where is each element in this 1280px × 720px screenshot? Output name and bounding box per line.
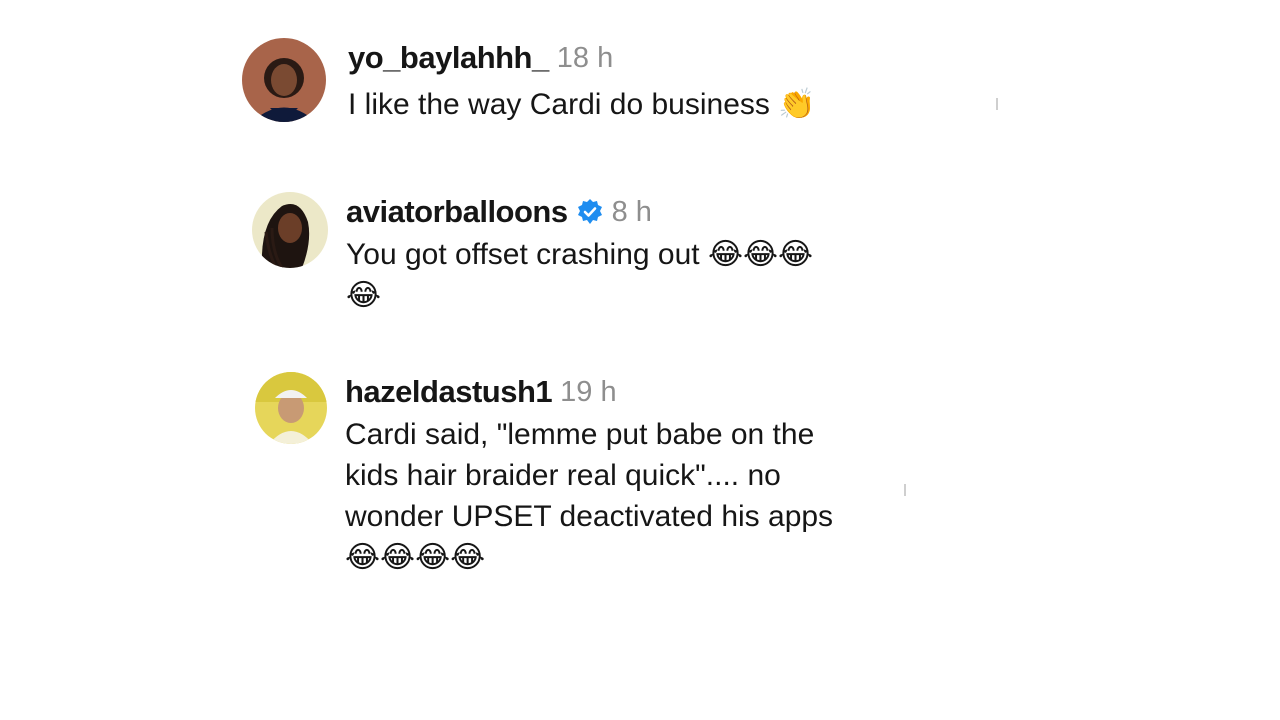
comment-item: hazeldastush1 19 h Cardi said, "lemme pu… bbox=[255, 372, 833, 578]
comments-list: yo_baylahhh_ 18 h I like the way Cardi d… bbox=[0, 0, 1280, 720]
comment-text-line: wonder UPSET deactivated his apps bbox=[345, 500, 834, 533]
comment-username[interactable]: hazeldastush1 bbox=[345, 374, 553, 410]
comment-text: I like the way Cardi do business 👏 bbox=[348, 84, 816, 125]
comment-text: You got offset crashing out 😂😂😂 😂 bbox=[346, 234, 813, 316]
avatar[interactable] bbox=[242, 38, 326, 122]
laughing-emoji: 😂😂😂😂 bbox=[345, 541, 486, 574]
comment-timestamp: 18 h bbox=[556, 41, 614, 74]
comment-text-content: I like the way Cardi do business bbox=[348, 88, 770, 121]
comment-username[interactable]: aviatorballoons bbox=[346, 194, 568, 230]
avatar[interactable] bbox=[255, 372, 327, 444]
laughing-emoji: 😂😂😂 bbox=[707, 238, 814, 271]
comment-item: yo_baylahhh_ 18 h I like the way Cardi d… bbox=[242, 38, 816, 125]
laughing-emoji: 😂 bbox=[346, 279, 382, 312]
divider bbox=[996, 98, 998, 110]
comment-text-line: kids hair braider real quick".... no bbox=[345, 459, 781, 492]
comment-text: Cardi said, "lemme put babe on the kids … bbox=[345, 414, 833, 578]
comment-timestamp: 8 h bbox=[611, 195, 652, 228]
verified-badge-icon bbox=[576, 198, 604, 226]
comment-text-line: Cardi said, "lemme put babe on the bbox=[345, 418, 815, 451]
avatar[interactable] bbox=[252, 192, 328, 268]
comment-timestamp: 19 h bbox=[560, 375, 617, 408]
comment-username[interactable]: yo_baylahhh_ bbox=[348, 40, 549, 76]
clapping-hands-emoji: 👏 bbox=[778, 88, 816, 121]
divider bbox=[904, 484, 906, 496]
comment-text-content: You got offset crashing out bbox=[346, 238, 700, 271]
comment-item: aviatorballoons 8 h You got offset crash… bbox=[252, 192, 813, 316]
